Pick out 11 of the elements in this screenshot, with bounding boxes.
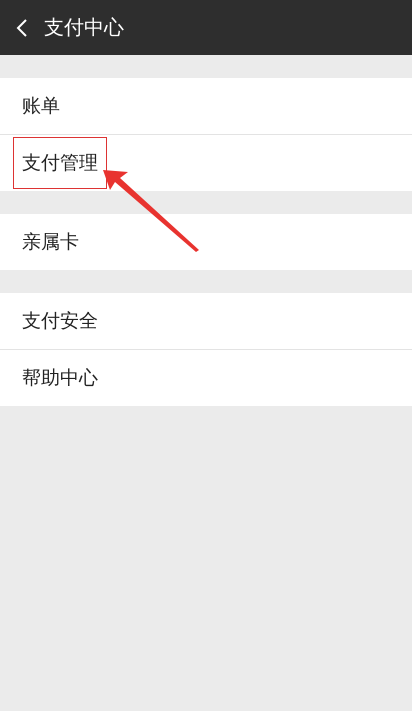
menu-item[interactable]: 亲属卡 bbox=[0, 214, 412, 270]
menu-label: 支付安全 bbox=[21, 309, 99, 334]
menu-label: 账单 bbox=[21, 94, 61, 119]
highlighted-label: 支付管理 bbox=[13, 137, 107, 189]
menu-label: 帮助中心 bbox=[21, 366, 99, 391]
menu-item[interactable]: 支付安全 bbox=[0, 293, 412, 349]
page-title: 支付中心 bbox=[44, 14, 124, 41]
menu-item[interactable]: 帮助中心 bbox=[0, 349, 412, 406]
menu-item[interactable]: 账单 bbox=[0, 78, 412, 134]
menu-label: 亲属卡 bbox=[21, 230, 80, 255]
back-icon[interactable] bbox=[16, 18, 28, 38]
